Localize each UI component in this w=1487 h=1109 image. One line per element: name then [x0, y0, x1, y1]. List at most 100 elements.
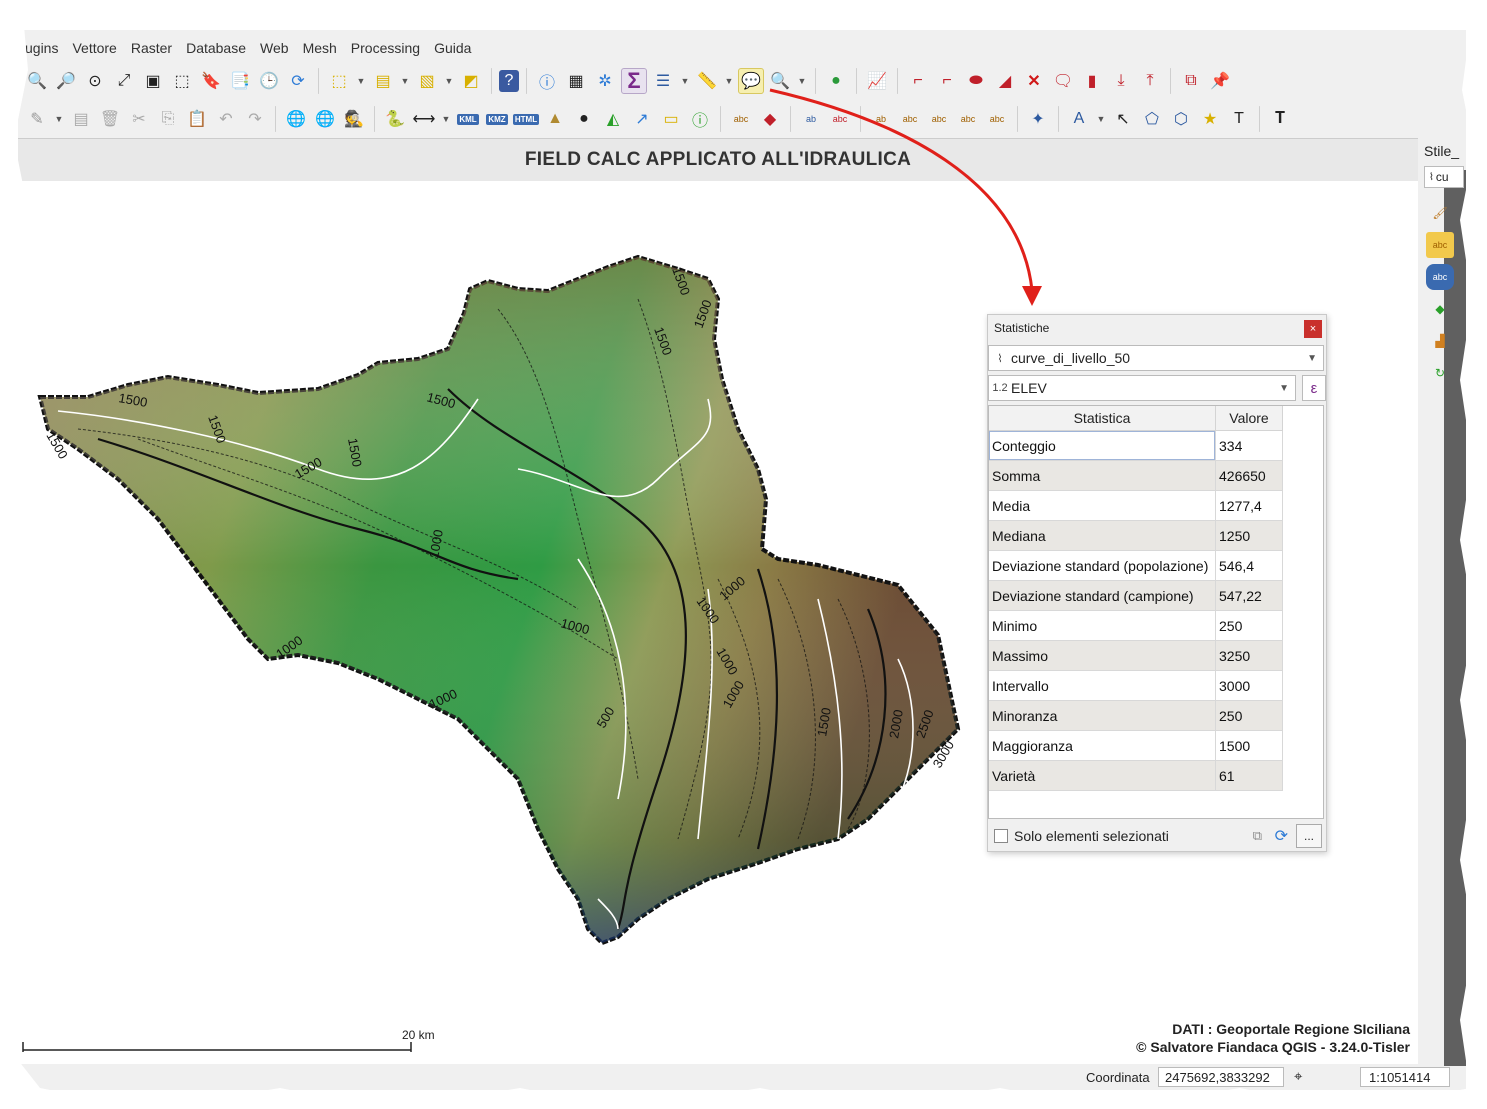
- digitize-1-icon[interactable]: ⌐: [905, 68, 931, 94]
- digitize-icon[interactable]: ✎: [24, 106, 50, 132]
- select-value-icon[interactable]: ▤: [370, 68, 396, 94]
- field-calculator-icon[interactable]: ✲: [592, 68, 618, 94]
- table-row[interactable]: Mediana 1250: [989, 520, 1283, 551]
- table-row[interactable]: Maggioranza 1500: [989, 730, 1283, 761]
- comment-icon[interactable]: 🗨: [1050, 68, 1076, 94]
- measure-line-icon[interactable]: ⟷: [411, 106, 437, 132]
- table-row[interactable]: Conteggio 334: [989, 430, 1283, 461]
- pin-icon[interactable]: 📌: [1207, 68, 1233, 94]
- paste-icon[interactable]: 📋: [184, 106, 210, 132]
- wfs-icon[interactable]: 🌐: [312, 106, 338, 132]
- text-annotation-icon[interactable]: A: [1066, 106, 1092, 132]
- delete-selected-icon[interactable]: 🗑: [97, 106, 123, 132]
- undo-icon[interactable]: ↶: [213, 106, 239, 132]
- wms-icon[interactable]: 🌐: [283, 106, 309, 132]
- stat-value[interactable]: 250: [1215, 610, 1283, 641]
- stat-name[interactable]: Deviazione standard (campione): [989, 580, 1216, 611]
- text-icon[interactable]: T: [1226, 106, 1252, 132]
- new-bookmark-icon[interactable]: 🔖: [198, 68, 224, 94]
- zoom-filter-icon[interactable]: 🔍: [767, 68, 793, 94]
- eraser-icon[interactable]: ◢: [992, 68, 1018, 94]
- stat-name[interactable]: Deviazione standard (popolazione): [989, 550, 1216, 581]
- table-row[interactable]: Massimo 3250: [989, 640, 1283, 671]
- table-row[interactable]: Deviazione standard (campione) 547,22: [989, 580, 1283, 611]
- refresh-icon[interactable]: ⟳: [285, 68, 311, 94]
- select-features-icon[interactable]: ⬚: [326, 68, 352, 94]
- label-eye-icon[interactable]: abc: [897, 106, 923, 132]
- chevron-down-icon[interactable]: ▼: [796, 68, 808, 94]
- terrain-icon[interactable]: ▲: [542, 106, 568, 132]
- cut-icon[interactable]: ✂: [126, 106, 152, 132]
- zoom-native-icon[interactable]: ⊙: [82, 68, 108, 94]
- chevron-down-icon[interactable]: ▼: [679, 68, 691, 94]
- python-icon[interactable]: 🐍: [382, 106, 408, 132]
- chevron-down-icon[interactable]: ▼: [355, 68, 367, 94]
- stat-name[interactable]: Conteggio: [989, 430, 1216, 461]
- stat-name[interactable]: Minimo: [989, 610, 1216, 641]
- zoom-out-icon[interactable]: 🔎: [53, 68, 79, 94]
- profile-icon[interactable]: 📈: [864, 68, 890, 94]
- table-row[interactable]: Minimo 250: [989, 610, 1283, 641]
- zoom-layer-icon[interactable]: ▣: [140, 68, 166, 94]
- copy-icon[interactable]: ⧉: [1178, 68, 1204, 94]
- share-icon[interactable]: ●: [823, 68, 849, 94]
- stat-value[interactable]: 334: [1215, 430, 1283, 461]
- zoom-full-icon[interactable]: ⤢: [111, 68, 137, 94]
- chevron-down-icon[interactable]: ▼: [443, 68, 455, 94]
- chevron-down-icon[interactable]: ▼: [399, 68, 411, 94]
- style-layer-combo[interactable]: ⌇ cu: [1424, 166, 1464, 188]
- field-combo[interactable]: 1.2 ELEV ▼: [988, 375, 1296, 401]
- deselect-icon[interactable]: ▧: [414, 68, 440, 94]
- upload-icon[interactable]: ⤒: [1137, 68, 1163, 94]
- menu-web[interactable]: Web: [253, 38, 296, 60]
- column-header-valore[interactable]: Valore: [1215, 406, 1283, 431]
- history-icon[interactable]: ↻: [1426, 360, 1454, 386]
- help-icon[interactable]: ?: [499, 70, 519, 92]
- 3d-cube-icon[interactable]: ◆: [1426, 296, 1454, 322]
- chevron-down-icon[interactable]: ▼: [1095, 106, 1107, 132]
- node-icon[interactable]: ⬠: [1139, 106, 1165, 132]
- copy-features-icon[interactable]: ⎘: [155, 106, 181, 132]
- snap-icon[interactable]: ✦: [1025, 106, 1051, 132]
- bookmarks-icon[interactable]: 📑: [227, 68, 253, 94]
- stat-value[interactable]: 3000: [1215, 670, 1283, 701]
- profile-tool-icon[interactable]: ◭: [600, 106, 626, 132]
- label-move-icon[interactable]: abc: [926, 106, 952, 132]
- stat-name[interactable]: Somma: [989, 460, 1216, 491]
- label-change-icon[interactable]: abc: [984, 106, 1010, 132]
- identify-icon[interactable]: ⓘ: [534, 68, 560, 94]
- copy-icon[interactable]: ⧉: [1253, 828, 1262, 844]
- layer-combo[interactable]: ⌇ curve_di_livello_50 ▼: [988, 345, 1324, 371]
- stat-name[interactable]: Media: [989, 490, 1216, 521]
- save-edits-icon[interactable]: ▤: [68, 106, 94, 132]
- table-row[interactable]: Minoranza 250: [989, 700, 1283, 731]
- attribute-table-icon[interactable]: ▦: [563, 68, 589, 94]
- table-row[interactable]: Deviazione standard (popolazione) 546,4: [989, 550, 1283, 581]
- note-icon[interactable]: ▭: [658, 106, 684, 132]
- kml-icon[interactable]: KML: [455, 106, 481, 132]
- label-abc-2-icon[interactable]: ab: [798, 106, 824, 132]
- zoom-in-icon[interactable]: 🔍: [24, 68, 50, 94]
- stat-value[interactable]: 1277,4: [1215, 490, 1283, 521]
- coordinate-field[interactable]: 2475692,3833292: [1158, 1067, 1284, 1087]
- text-box-icon[interactable]: 𝐓: [1267, 106, 1293, 132]
- user-icon[interactable]: ●: [571, 106, 597, 132]
- stat-name[interactable]: Minoranza: [989, 700, 1216, 731]
- stat-value[interactable]: 250: [1215, 700, 1283, 731]
- route-icon[interactable]: ↗: [629, 106, 655, 132]
- paintbrush-icon[interactable]: 🖌: [1426, 200, 1454, 226]
- label-abc-red-icon[interactable]: abc: [827, 106, 853, 132]
- column-header-statistica[interactable]: Statistica: [989, 406, 1216, 431]
- kmz-icon[interactable]: KMZ: [484, 106, 510, 132]
- node-edit-icon[interactable]: ⬡: [1168, 106, 1194, 132]
- stat-name[interactable]: Maggioranza: [989, 730, 1216, 761]
- table-row[interactable]: Somma 426650: [989, 460, 1283, 491]
- menu-vettore[interactable]: Vettore: [65, 38, 123, 60]
- close-button[interactable]: ×: [1304, 320, 1322, 338]
- measure-icon[interactable]: 📏: [694, 68, 720, 94]
- stat-name[interactable]: Massimo: [989, 640, 1216, 671]
- digitize-2-icon[interactable]: ⌐: [934, 68, 960, 94]
- menu-plugins[interactable]: ugins: [18, 38, 65, 60]
- label-rotate-icon[interactable]: abc: [955, 106, 981, 132]
- zoom-selection-icon[interactable]: ⬚: [169, 68, 195, 94]
